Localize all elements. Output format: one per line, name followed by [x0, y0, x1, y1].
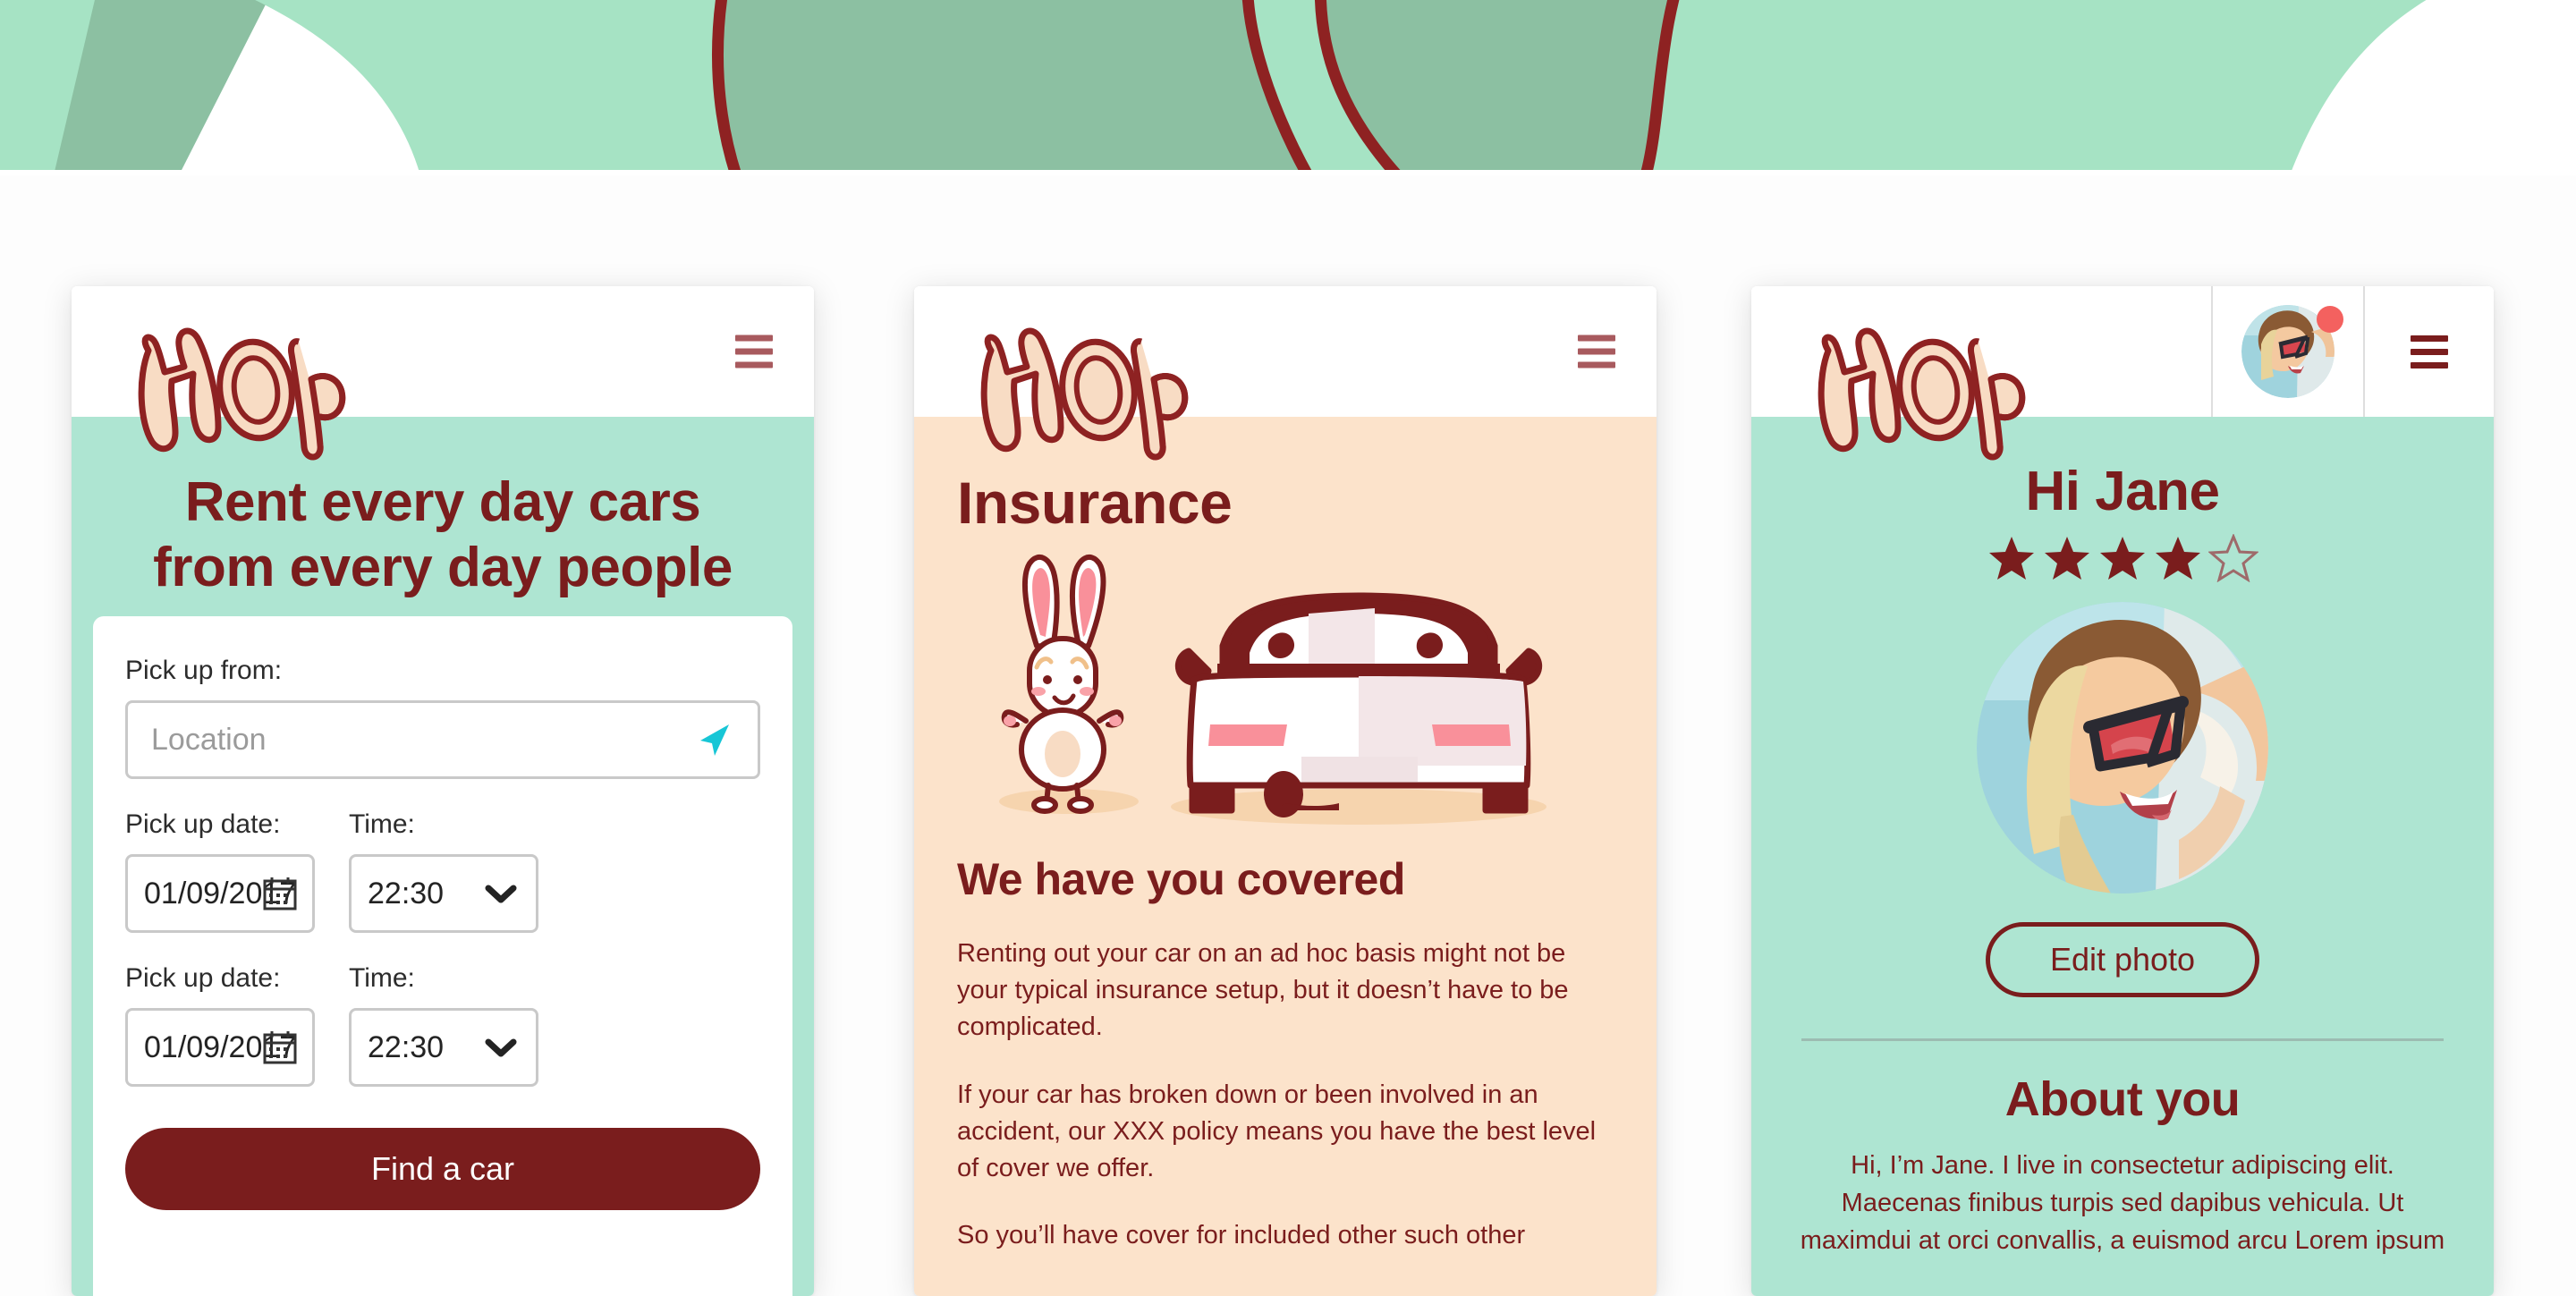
edit-photo-button[interactable]: Edit photo: [1986, 922, 2259, 997]
star-filled-icon: [2100, 537, 2145, 580]
hamburger-slot: [735, 335, 773, 368]
title-line-2: from every day people: [153, 536, 733, 598]
pickup-date-group-1: Pick up date: 01/09/2017: [125, 809, 315, 934]
hamburger-menu-icon[interactable]: [735, 335, 773, 368]
hamburger-menu-icon[interactable]: [2411, 335, 2448, 368]
star-filled-icon: [1989, 537, 2034, 580]
about-heading: About you: [2004, 1072, 2241, 1126]
star-filled-icon: [2045, 537, 2089, 580]
pickup-time-select-1[interactable]: 22:30: [349, 854, 538, 934]
insurance-title: Insurance: [957, 470, 1233, 536]
pickup-time-select-2[interactable]: 22:30: [349, 1008, 538, 1088]
hamburger-slot: [1578, 335, 1615, 368]
phone-mockup-insurance: Insurance We have you covered Renting ou…: [914, 286, 1657, 1296]
navigation-arrow-icon[interactable]: [693, 719, 734, 760]
card3-header: [1751, 286, 2494, 461]
card2-body: Insurance We have you covered Renting ou…: [914, 417, 1657, 1296]
bunny-and-car-illustration: [914, 546, 1657, 841]
rating-stars: [1751, 534, 2494, 582]
pickup-date-label-2: Pick up date:: [125, 963, 281, 994]
avatar-button[interactable]: [2211, 286, 2363, 417]
phone-mockup-profile: Hi Jane Edit photo About you Hi, I’m Jan…: [1751, 286, 2494, 1296]
chevron-down-icon[interactable]: [484, 1037, 518, 1058]
card1-hero: Rent every day cars from every day peopl…: [72, 417, 814, 1296]
pickup-time-group-1: Time: 22:30: [349, 809, 538, 934]
hamburger-menu-icon[interactable]: [1578, 335, 1615, 368]
title-line-1: Rent every day cars: [184, 471, 701, 533]
chevron-down-icon[interactable]: [484, 883, 518, 904]
notification-dot: [2317, 306, 2343, 333]
card1-header: [72, 286, 814, 461]
pickup-date-input-1[interactable]: 01/09/2017: [125, 854, 315, 934]
page-title: Rent every day cars from every day peopl…: [72, 470, 814, 600]
card2-header: [914, 286, 1657, 461]
datetime-row-1: Pick up date: 01/09/2017 Time: 22:30: [125, 809, 760, 934]
calendar-icon[interactable]: [262, 1029, 298, 1066]
pickup-time-label-2: Time:: [349, 963, 415, 994]
pickup-from-label: Pick up from:: [125, 656, 283, 686]
greeting-title: Hi Jane: [2025, 461, 2220, 522]
find-a-car-button[interactable]: Find a car: [125, 1128, 760, 1211]
phone-mockup-search: Rent every day cars from every day peopl…: [72, 286, 814, 1296]
star-filled-icon: [2156, 537, 2200, 580]
pickup-time-group-2: Time: 22:30: [349, 963, 538, 1088]
banner-shapes-icon: [0, 0, 2576, 175]
insurance-paragraph-1: Renting out your car on an ad hoc basis …: [957, 939, 1569, 1042]
page-root: Rent every day cars from every day peopl…: [0, 0, 2576, 1296]
card3-body: Hi Jane Edit photo About you Hi, I’m Jan…: [1751, 417, 2494, 1296]
calendar-icon[interactable]: [262, 875, 298, 912]
pickup-time-label-1: Time:: [349, 809, 415, 840]
about-text: Hi, I’m Jane. I live in consectetur adip…: [1800, 1151, 2445, 1256]
insurance-paragraph-3: So you’ll have cover for included other …: [957, 1221, 1526, 1250]
pickup-time-value-2: 22:30: [368, 1029, 445, 1064]
location-input[interactable]: Location: [125, 700, 760, 780]
pickup-time-value-1: 22:30: [368, 876, 445, 911]
pickup-date-label-1: Pick up date:: [125, 809, 281, 840]
insurance-subtitle: We have you covered: [957, 854, 1405, 904]
search-form: Pick up from: Location Pick up date: 01/…: [93, 616, 792, 1296]
card3-header-cells: [2211, 286, 2494, 417]
profile-photo[interactable]: [1977, 602, 2268, 894]
datetime-row-2: Pick up date: 01/09/2017 Time: 22:30: [125, 963, 760, 1088]
pickup-date-input-2[interactable]: 01/09/2017: [125, 1008, 315, 1088]
section-divider: [1801, 1038, 2444, 1041]
menu-cell[interactable]: [2363, 286, 2494, 417]
insurance-paragraph-2: If your car has broken down or been invo…: [957, 1080, 1597, 1182]
decorative-banner: [0, 0, 2576, 175]
location-placeholder: Location: [151, 722, 267, 757]
pickup-date-group-2: Pick up date: 01/09/2017: [125, 963, 315, 1088]
star-empty-icon: [2208, 534, 2258, 582]
